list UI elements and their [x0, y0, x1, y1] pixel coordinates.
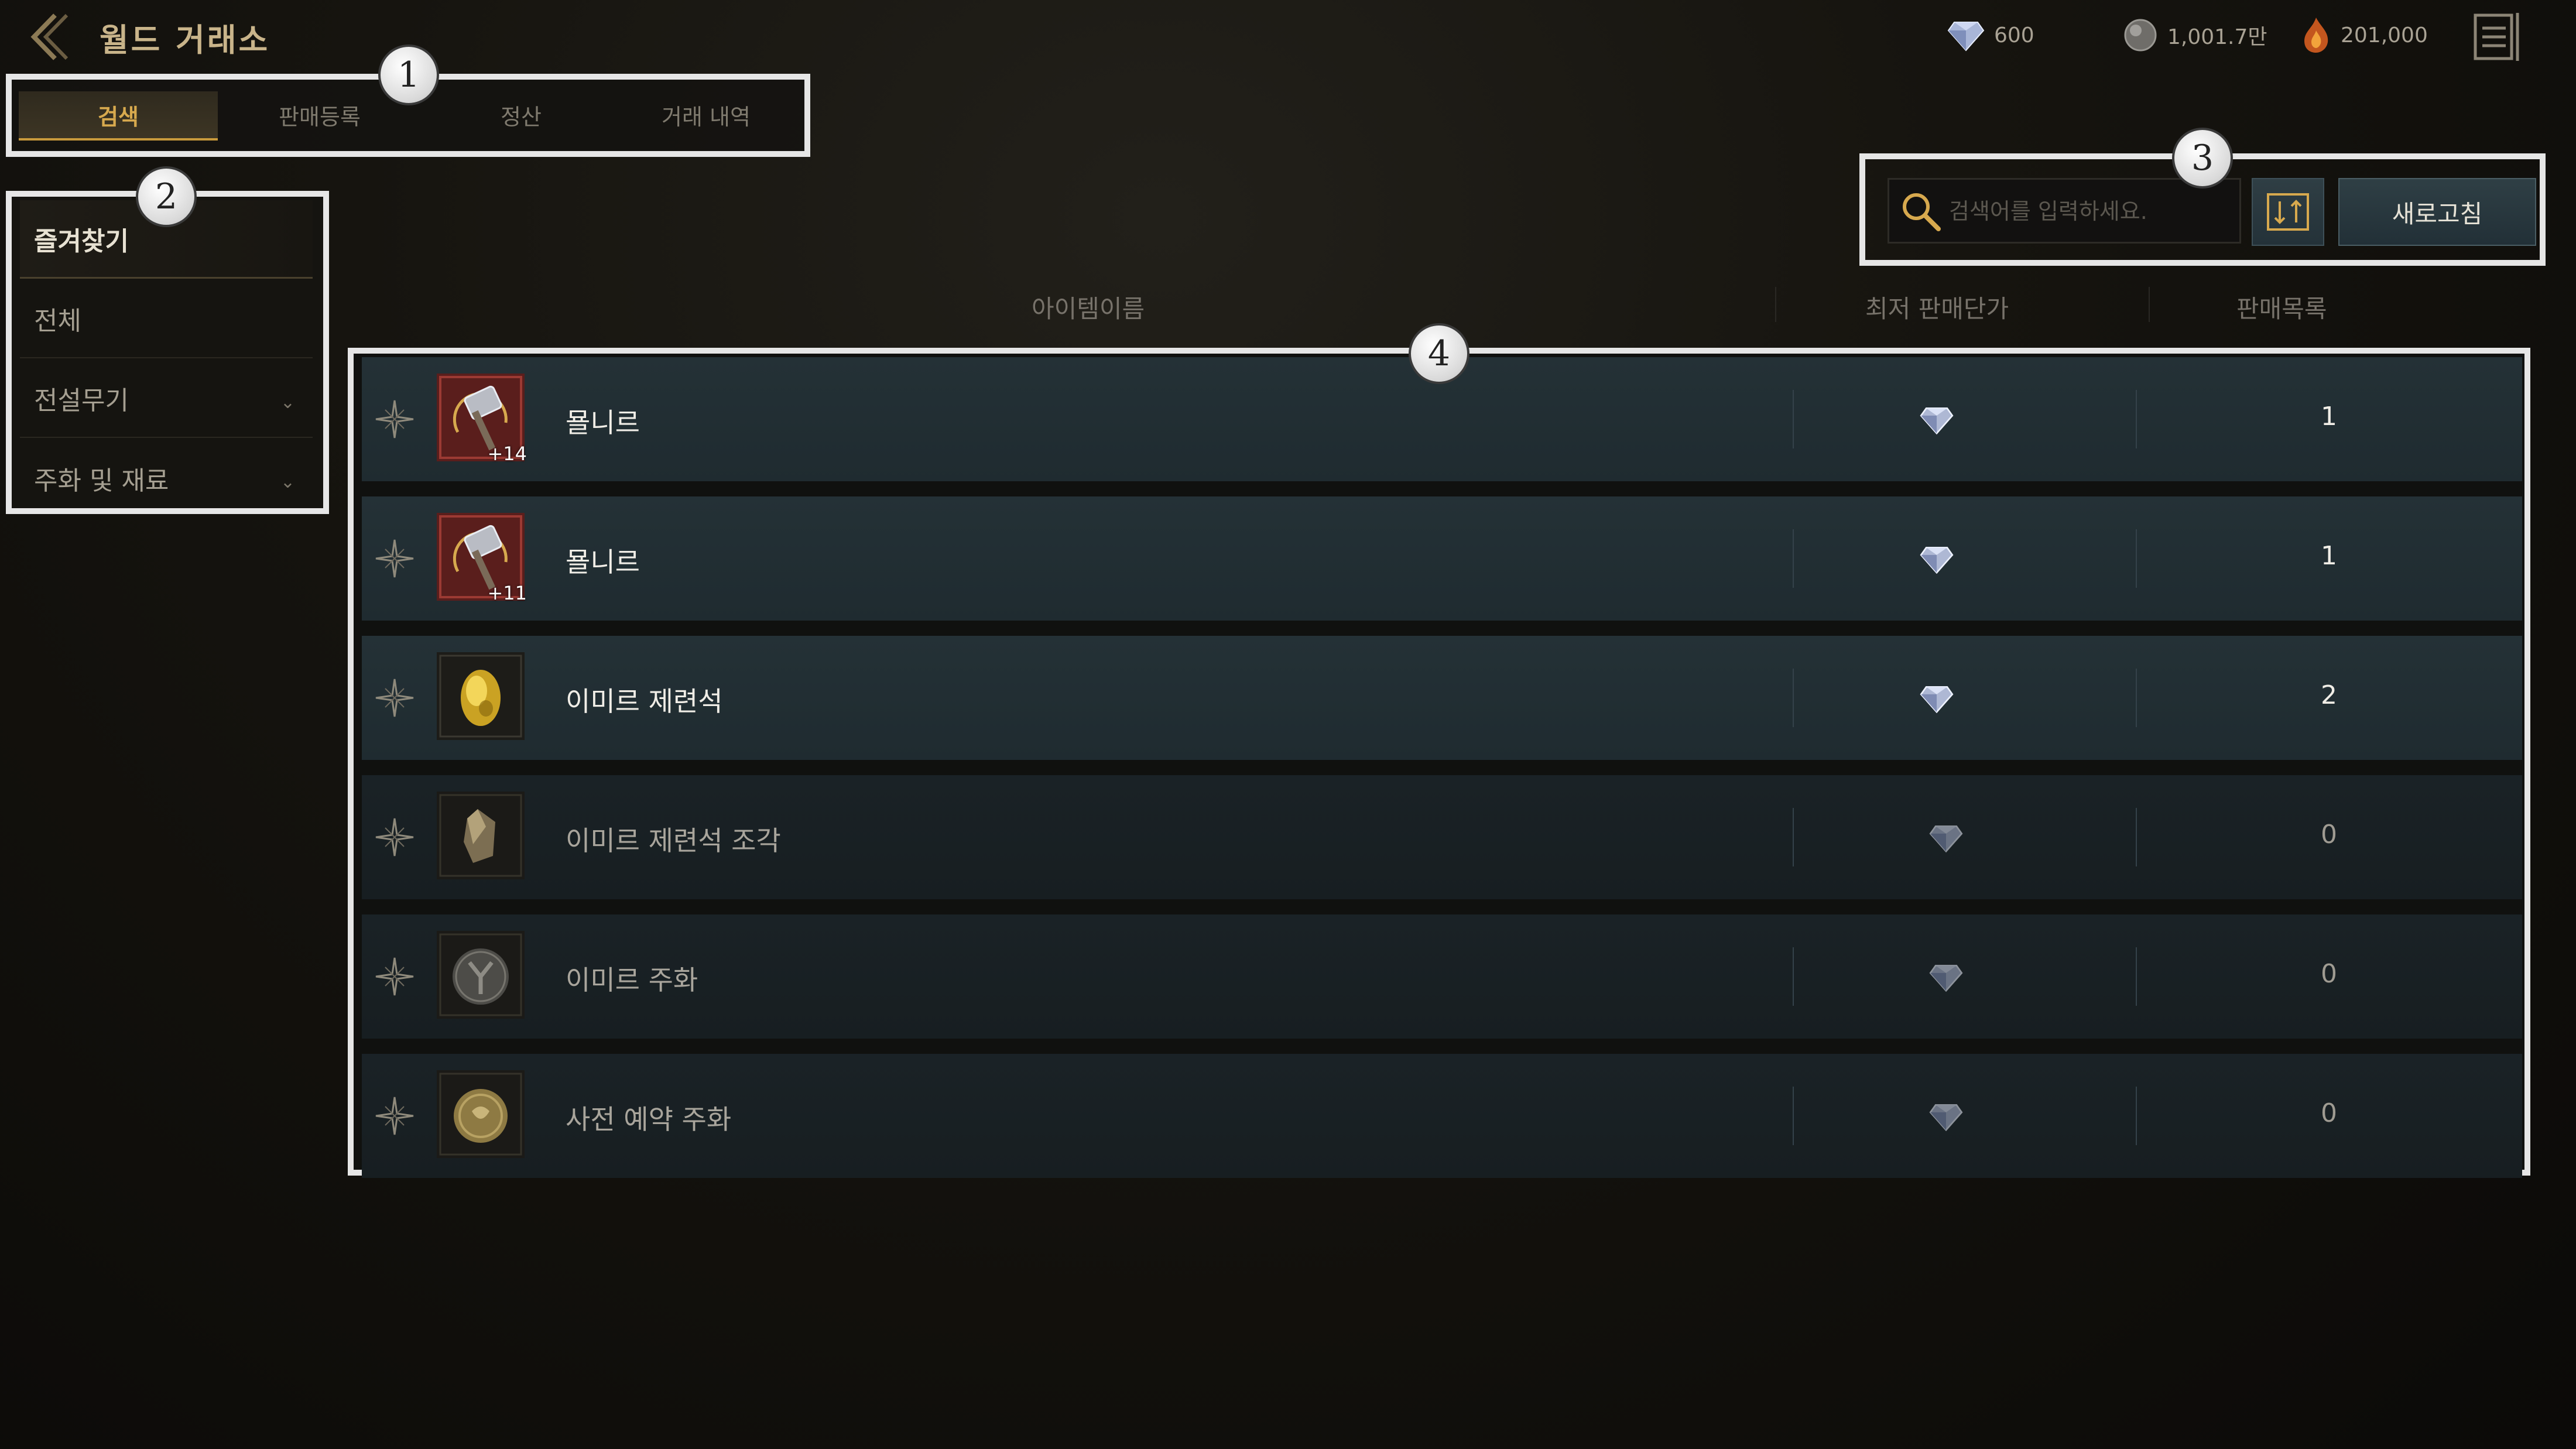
column-divider: [1793, 947, 1794, 1006]
favorite-star-icon[interactable]: [374, 677, 416, 719]
stone-fragment-icon: [437, 792, 530, 885]
diamond-icon: [1919, 544, 1954, 574]
search-input[interactable]: [1948, 180, 2237, 243]
sort-icon: [2267, 193, 2309, 231]
silver-orb-icon: [2124, 19, 2157, 52]
table-row[interactable]: 이미르 주화 0: [362, 914, 2522, 1039]
item-name: 사전 예약 주화: [566, 1104, 732, 1135]
column-divider: [1775, 287, 1776, 322]
tab-search[interactable]: 검색: [19, 91, 218, 141]
currency-diamond: 600: [1947, 18, 2034, 53]
favorite-star-icon[interactable]: [374, 398, 416, 440]
column-divider: [2136, 669, 2137, 727]
sort-button[interactable]: [2252, 178, 2324, 246]
listing-count: 0: [2321, 820, 2337, 849]
item-name: 이미르 제련석: [566, 686, 723, 717]
item-name: 묠니르: [566, 407, 640, 439]
menu-icon[interactable]: [2472, 11, 2522, 63]
favorite-star-icon[interactable]: [374, 537, 416, 580]
sidebar-item-label: 전설무기: [34, 386, 129, 416]
column-divider: [2136, 1087, 2137, 1145]
category-sidebar: 즐겨찾기 전체 전설무기 ⌄ 주화 및 재료 ⌄: [6, 191, 329, 514]
sidebar-item-label: 전체: [34, 306, 81, 336]
sidebar-item-label: 주화 및 재료: [34, 466, 169, 496]
listing-count: 2: [2321, 680, 2337, 710]
listing-count: 0: [2321, 959, 2337, 989]
currency-fire: 201,000: [2301, 18, 2428, 53]
table-row[interactable]: +11 묠니르 1: [362, 496, 2522, 621]
refresh-button[interactable]: 새로고침: [2338, 178, 2536, 246]
listing-count: 0: [2321, 1098, 2337, 1128]
currency-silver: 1,001.7만: [2123, 18, 2267, 53]
annotation-marker-1: 1: [378, 44, 439, 105]
column-divider: [1793, 808, 1794, 866]
column-divider: [2136, 390, 2137, 448]
tab-settlement[interactable]: 정산: [422, 91, 621, 138]
enhance-level: +14: [487, 443, 527, 465]
hammer-icon: +11: [437, 513, 530, 607]
currency-fire-value: 201,000: [2341, 23, 2428, 47]
page-title: 월드 거래소: [100, 22, 270, 59]
column-divider: [2136, 808, 2137, 866]
item-name: 이미르 제련석 조각: [566, 825, 781, 857]
fire-gem-icon: [2304, 18, 2328, 53]
item-name: 묠니르: [566, 546, 640, 578]
column-divider: [2136, 947, 2137, 1006]
column-divider: [2149, 287, 2150, 322]
column-divider: [1793, 1087, 1794, 1145]
chevron-down-icon: ⌄: [280, 472, 295, 492]
column-divider: [2136, 529, 2137, 588]
search-icon: [1903, 193, 1941, 231]
item-list: +14 묠니르 1 +11 묠니르 1 이미르 제련석 2 이미르 제련석 조각…: [348, 348, 2530, 1178]
favorite-star-icon[interactable]: [374, 955, 416, 998]
column-divider: [1793, 669, 1794, 727]
sidebar-item-label: 즐겨찾기: [34, 226, 129, 256]
rune-coin-icon: [437, 931, 530, 1025]
gold-stone-icon: [437, 652, 530, 746]
gold-coin-icon: [437, 1070, 530, 1164]
diamond-icon: [1928, 1102, 1964, 1132]
column-divider: [1793, 529, 1794, 588]
listing-count: 1: [2321, 541, 2337, 571]
column-header-item-name[interactable]: 아이템이름: [1032, 289, 1145, 325]
currency-diamond-value: 600: [1994, 23, 2034, 47]
sidebar-item-currency-materials[interactable]: 주화 및 재료 ⌄: [20, 439, 313, 518]
diamond-icon: [1947, 22, 1985, 52]
search-field[interactable]: [1888, 178, 2241, 244]
sidebar-item-all[interactable]: 전체: [20, 280, 313, 358]
hammer-icon: +14: [437, 374, 530, 467]
annotation-marker-4: 4: [1409, 323, 1469, 384]
diamond-icon: [1928, 962, 1964, 992]
favorite-star-icon[interactable]: [374, 1095, 416, 1137]
item-name: 이미르 주화: [566, 964, 698, 996]
column-header-listings[interactable]: 판매목록: [2236, 289, 2327, 325]
column-divider: [1793, 390, 1794, 448]
favorite-star-icon[interactable]: [374, 816, 416, 858]
tab-trade-history[interactable]: 거래 내역: [607, 91, 806, 138]
table-row[interactable]: 이미르 제련석 조각 0: [362, 775, 2522, 899]
column-header-lowest-price[interactable]: 최저 판매단가: [1865, 289, 2009, 325]
table-row[interactable]: 사전 예약 주화 0: [362, 1054, 2522, 1178]
table-row[interactable]: 이미르 제련석 2: [362, 636, 2522, 760]
diamond-icon: [1919, 405, 1954, 435]
annotation-marker-3: 3: [2172, 128, 2233, 189]
back-arrow-icon[interactable]: [21, 11, 74, 63]
sidebar-item-legendary-weapons[interactable]: 전설무기 ⌄: [20, 359, 313, 438]
listing-count: 1: [2321, 402, 2337, 431]
chevron-down-icon: ⌄: [280, 392, 295, 413]
diamond-icon: [1919, 684, 1954, 714]
diamond-icon: [1928, 823, 1964, 853]
annotation-marker-2: 2: [136, 166, 197, 227]
currency-silver-value: 1,001.7만: [2167, 25, 2267, 49]
enhance-level: +11: [487, 582, 527, 604]
